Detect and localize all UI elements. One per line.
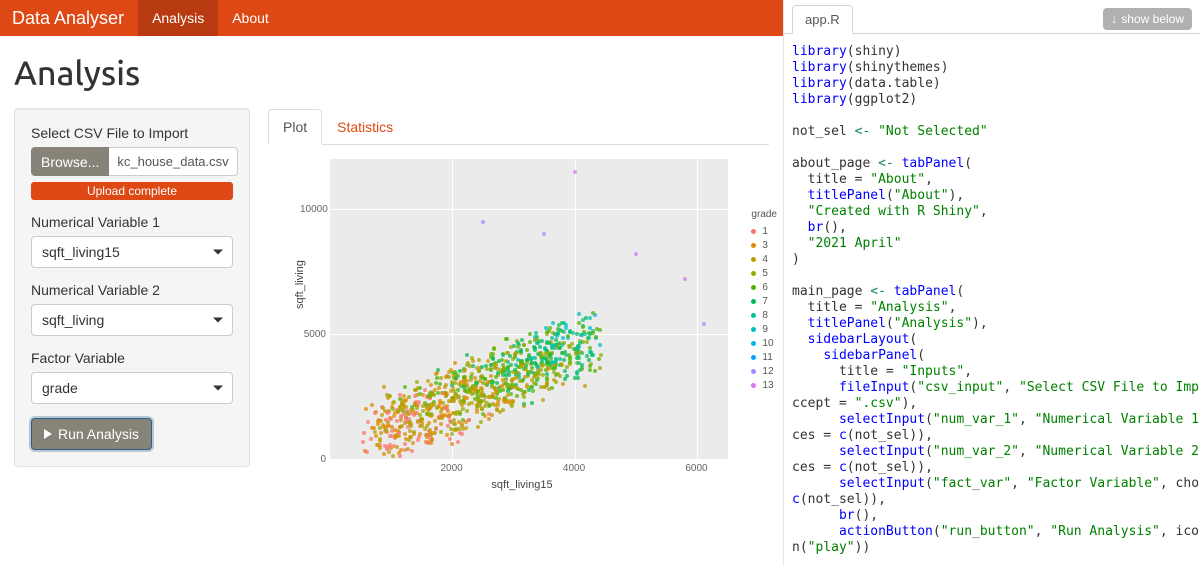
fact-select[interactable]: grade	[31, 372, 233, 404]
main-tabs: Plot Statistics	[268, 108, 769, 145]
legend-title: grade	[751, 209, 777, 220]
show-below-button[interactable]: ↓ show below	[1103, 8, 1192, 30]
var2-select[interactable]: sqft_living	[31, 304, 233, 336]
file-name-display: kc_house_data.csv	[109, 147, 237, 176]
tab-plot[interactable]: Plot	[268, 109, 322, 145]
code-tab-appr[interactable]: app.R	[792, 5, 853, 34]
var1-label: Numerical Variable 1	[31, 214, 233, 230]
chevron-down-icon	[213, 318, 223, 323]
down-arrow-icon: ↓	[1111, 12, 1117, 26]
file-input-label: Select CSV File to Import	[31, 125, 233, 141]
y-axis-label: sqft_living	[294, 260, 306, 309]
upload-progress: Upload complete	[31, 182, 233, 200]
browse-button[interactable]: Browse...	[31, 147, 109, 176]
x-axis-label: sqft_living15	[292, 479, 752, 491]
play-icon	[44, 429, 52, 439]
plot-area: sqft_living sqft_living15 200040006000 0…	[268, 145, 769, 505]
fact-label: Factor Variable	[31, 350, 233, 366]
navbar: Data Analyser Analysis About	[0, 0, 783, 36]
nav-about[interactable]: About	[218, 0, 283, 36]
run-analysis-button[interactable]: Run Analysis	[31, 418, 152, 450]
run-button-label: Run Analysis	[58, 426, 139, 442]
show-below-label: show below	[1121, 12, 1184, 26]
sidebar-panel: Select CSV File to Import Browse... kc_h…	[14, 108, 250, 467]
code-area[interactable]: library(shiny) library(shinythemes) libr…	[784, 34, 1200, 566]
var2-label: Numerical Variable 2	[31, 282, 233, 298]
nav-analysis[interactable]: Analysis	[138, 0, 218, 36]
legend: grade 1345678910111213	[751, 209, 777, 392]
tab-statistics[interactable]: Statistics	[322, 109, 408, 145]
page-title: Analysis	[14, 54, 769, 92]
chevron-down-icon	[213, 386, 223, 391]
scatter-chart: sqft_living sqft_living15 200040006000 0…	[292, 159, 752, 489]
chevron-down-icon	[213, 250, 223, 255]
brand[interactable]: Data Analyser	[12, 8, 138, 29]
var1-select[interactable]: sqft_living15	[31, 236, 233, 268]
